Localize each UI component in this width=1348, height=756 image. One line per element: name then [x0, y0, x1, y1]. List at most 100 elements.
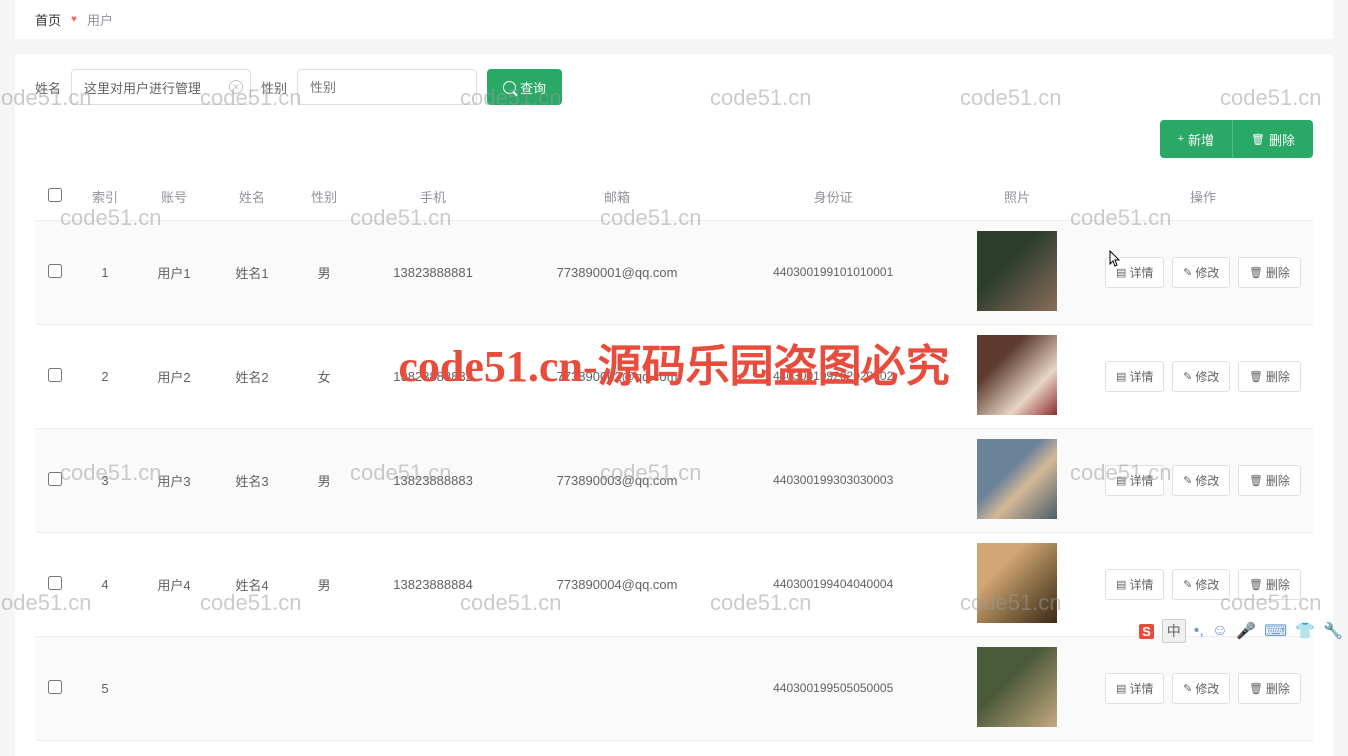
- edit-button[interactable]: ✎修改: [1172, 465, 1230, 496]
- detail-button[interactable]: ▤详情: [1105, 465, 1164, 496]
- cell-account: [135, 637, 213, 741]
- ime-mic-icon[interactable]: 🎤: [1236, 621, 1256, 641]
- table-header-row: 索引 账号 姓名 性别 手机 邮箱 身份证 照片 操作: [35, 173, 1313, 221]
- cell-idcard: 440300199404040004: [725, 533, 941, 637]
- cell-index: 4: [75, 533, 135, 637]
- avatar: [977, 647, 1057, 727]
- row-delete-button[interactable]: 🗑删除: [1238, 673, 1301, 704]
- cell-email: [509, 637, 726, 741]
- col-gender: 性别: [291, 173, 358, 221]
- trash-icon: 🗑: [1251, 133, 1265, 146]
- row-delete-button[interactable]: 🗑删除: [1238, 361, 1301, 392]
- gender-label: 性别: [261, 78, 287, 97]
- cell-email: 773890004@qq.com: [509, 533, 726, 637]
- clear-icon[interactable]: ✕: [229, 80, 243, 94]
- heart-icon: ♥: [71, 14, 77, 25]
- name-label: 姓名: [35, 78, 61, 97]
- detail-button[interactable]: ▤详情: [1105, 569, 1164, 600]
- name-input[interactable]: [71, 69, 251, 105]
- edit-icon: ✎: [1183, 370, 1192, 383]
- search-row: 姓名 ✕ 性别 查询: [35, 69, 1313, 105]
- detail-button[interactable]: ▤详情: [1105, 257, 1164, 288]
- edit-button[interactable]: ✎修改: [1172, 361, 1230, 392]
- cell-gender: 男: [291, 429, 358, 533]
- cell-action: ▤详情 ✎修改 🗑删除: [1093, 637, 1313, 741]
- cell-index: 2: [75, 325, 135, 429]
- breadcrumb-current: 用户: [87, 10, 113, 29]
- col-email: 邮箱: [509, 173, 726, 221]
- ime-s-icon[interactable]: S: [1139, 624, 1154, 639]
- delete-label: 删除: [1269, 130, 1295, 149]
- breadcrumb: 首页 ♥ 用户: [15, 0, 1333, 39]
- cell-idcard: 440300199202020002: [725, 325, 941, 429]
- cell-gender: [291, 637, 358, 741]
- ime-smile-icon[interactable]: ☺: [1212, 622, 1228, 640]
- col-phone: 手机: [357, 173, 508, 221]
- cell-phone: 13823888881: [357, 221, 508, 325]
- select-all-checkbox[interactable]: [48, 188, 62, 202]
- cell-phone: [357, 637, 508, 741]
- row-delete-button[interactable]: 🗑删除: [1238, 569, 1301, 600]
- row-checkbox[interactable]: [48, 576, 62, 590]
- cell-phone: 13823888883: [357, 429, 508, 533]
- trash-icon: 🗑: [1249, 682, 1263, 695]
- cell-phone: 13823888884: [357, 533, 508, 637]
- ime-bar: S 中 •, ☺ 🎤 ⌨ 👕 🔧: [1139, 619, 1343, 643]
- cell-index: 1: [75, 221, 135, 325]
- col-name: 姓名: [213, 173, 291, 221]
- add-button[interactable]: + 新增: [1160, 120, 1233, 158]
- avatar: [977, 335, 1057, 415]
- row-delete-button[interactable]: 🗑删除: [1238, 465, 1301, 496]
- cell-index: 3: [75, 429, 135, 533]
- main-panel: 姓名 ✕ 性别 查询 + 新增 🗑 删除 索引 账号 姓名: [15, 54, 1333, 756]
- cell-action: ▤详情 ✎修改 🗑删除: [1093, 429, 1313, 533]
- gender-input[interactable]: [297, 69, 477, 105]
- cell-email: 773890002@qq.com: [509, 325, 726, 429]
- cell-photo: [941, 429, 1093, 533]
- edit-icon: ✎: [1183, 474, 1192, 487]
- ime-tool-icon[interactable]: 🔧: [1323, 621, 1343, 641]
- detail-button[interactable]: ▤详情: [1105, 673, 1164, 704]
- search-icon: [503, 81, 516, 94]
- cell-name: 姓名4: [213, 533, 291, 637]
- edit-button[interactable]: ✎修改: [1172, 673, 1230, 704]
- row-delete-button[interactable]: 🗑删除: [1238, 257, 1301, 288]
- cell-action: ▤详情 ✎修改 🗑删除: [1093, 325, 1313, 429]
- edit-icon: ✎: [1183, 266, 1192, 279]
- cell-photo: [941, 325, 1093, 429]
- cell-gender: 男: [291, 533, 358, 637]
- trash-icon: 🗑: [1249, 474, 1263, 487]
- row-checkbox[interactable]: [48, 472, 62, 486]
- cell-gender: 男: [291, 221, 358, 325]
- edit-button[interactable]: ✎修改: [1172, 257, 1230, 288]
- row-checkbox[interactable]: [48, 264, 62, 278]
- detail-icon: ▤: [1116, 266, 1126, 279]
- query-button[interactable]: 查询: [487, 69, 562, 105]
- action-bar: + 新增 🗑 删除: [35, 120, 1313, 158]
- cell-account: 用户1: [135, 221, 213, 325]
- avatar: [977, 543, 1057, 623]
- delete-button[interactable]: 🗑 删除: [1233, 120, 1313, 158]
- detail-icon: ▤: [1116, 474, 1126, 487]
- table-row: 1 用户1 姓名1 男 13823888881 773890001@qq.com…: [35, 221, 1313, 325]
- cell-action: ▤详情 ✎修改 🗑删除: [1093, 221, 1313, 325]
- cell-account: 用户2: [135, 325, 213, 429]
- detail-icon: ▤: [1116, 578, 1126, 591]
- ime-skin-icon[interactable]: 👕: [1295, 621, 1315, 641]
- cell-name: 姓名2: [213, 325, 291, 429]
- detail-button[interactable]: ▤详情: [1105, 361, 1164, 392]
- ime-zhong-icon[interactable]: 中: [1162, 619, 1186, 643]
- avatar: [977, 231, 1057, 311]
- col-photo: 照片: [941, 173, 1093, 221]
- row-checkbox[interactable]: [48, 368, 62, 382]
- cell-idcard: 440300199101010001: [725, 221, 941, 325]
- ime-keyboard-icon[interactable]: ⌨: [1264, 621, 1287, 641]
- edit-button[interactable]: ✎修改: [1172, 569, 1230, 600]
- ime-punct-icon[interactable]: •,: [1194, 622, 1204, 640]
- query-label: 查询: [520, 78, 546, 97]
- breadcrumb-home[interactable]: 首页: [35, 10, 61, 29]
- col-action: 操作: [1093, 173, 1313, 221]
- add-label: 新增: [1188, 130, 1214, 149]
- row-checkbox[interactable]: [48, 680, 62, 694]
- cell-index: 5: [75, 637, 135, 741]
